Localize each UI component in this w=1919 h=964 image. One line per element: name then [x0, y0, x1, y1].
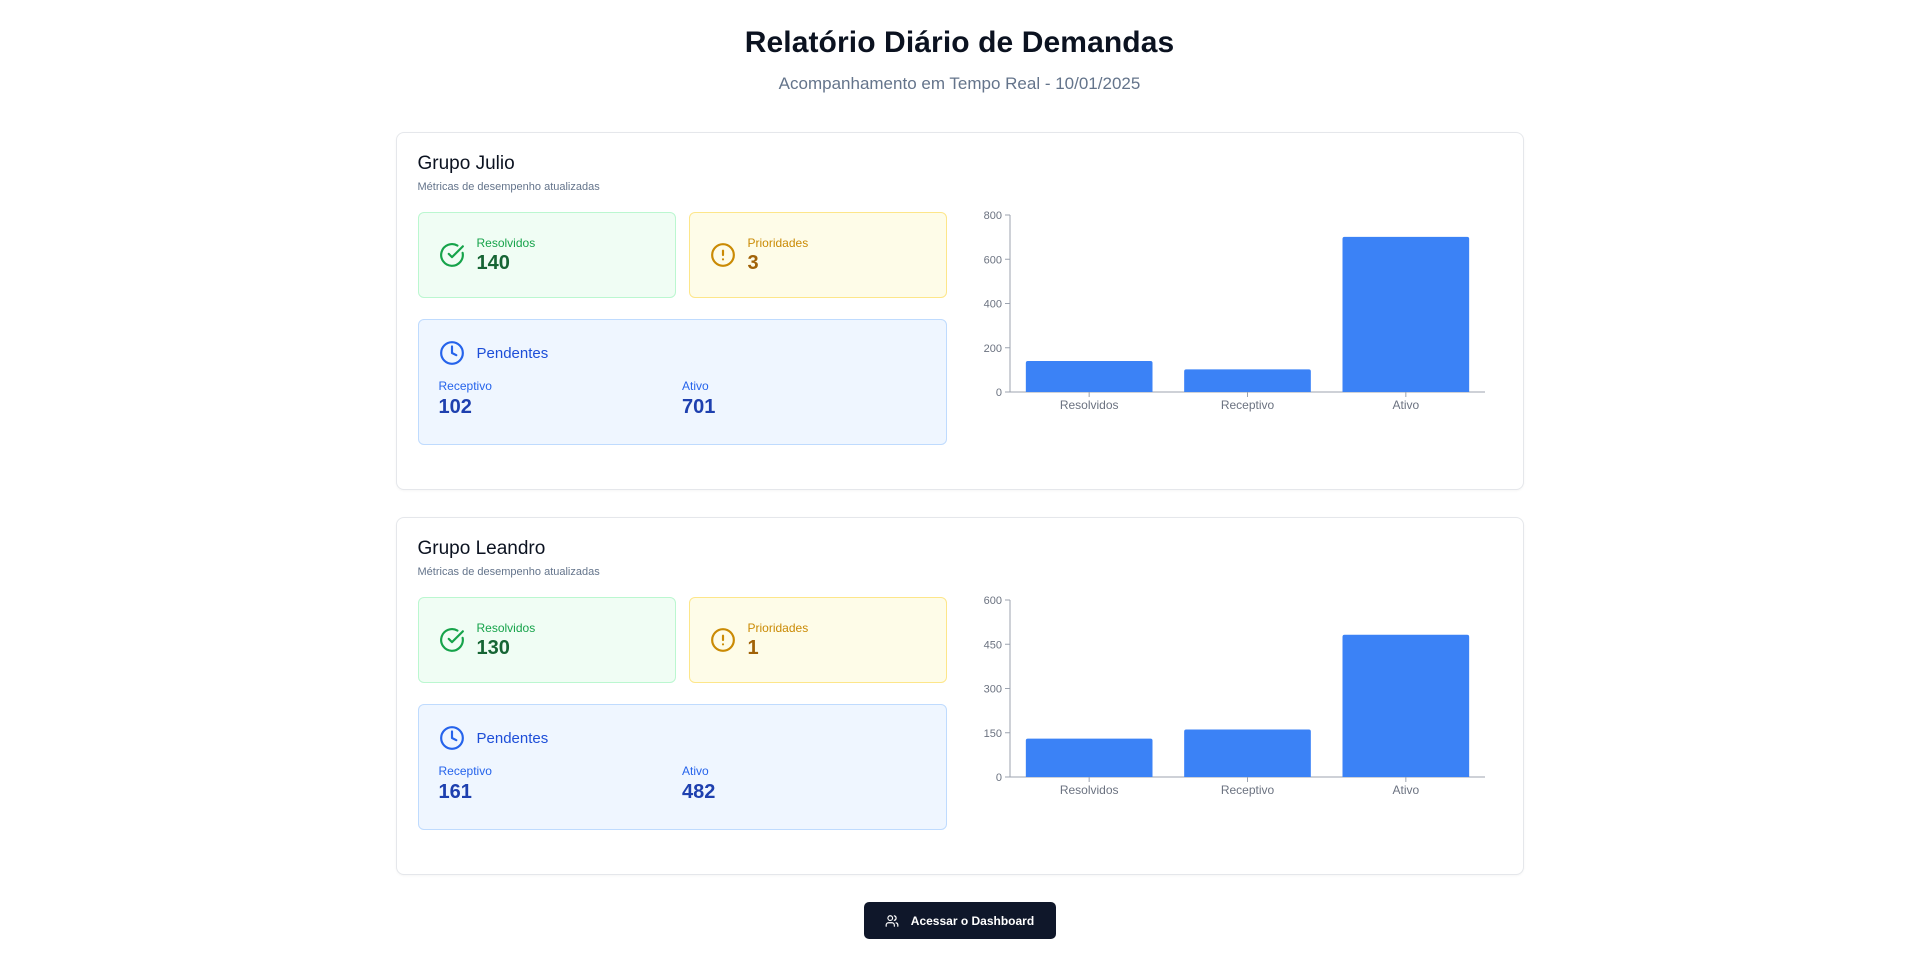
page-subtitle: Acompanhamento em Tempo Real - 10/01/202… — [778, 74, 1141, 93]
clock-icon — [439, 726, 464, 750]
chart-container: 0 200 400 600 800 Resolvidos Receptivo Ativo — [968, 204, 1503, 445]
priority-text: Prioridades 1 — [748, 621, 809, 660]
y-tick-label: 450 — [983, 639, 1001, 651]
alert-circle-icon — [710, 628, 735, 652]
x-tick-label: Resolvidos — [1059, 783, 1118, 797]
bar-chart-julio: 0 200 400 600 800 Resolvidos Receptivo Ativo — [983, 210, 1485, 412]
bar-ativo[interactable] — [1342, 236, 1469, 392]
group-card-julio: Grupo Julio Métricas de desempenho atual… — [395, 132, 1524, 490]
x-tick-label: Receptivo — [1220, 783, 1274, 797]
resolved-label: Resolvidos — [476, 620, 536, 635]
pending-receptivo: Receptivo 161 — [439, 764, 683, 804]
resolved-text: Resolvidos 130 — [477, 621, 536, 660]
priority-metric: Prioridades 3 — [688, 212, 947, 298]
alert-circle-icon — [710, 243, 735, 267]
resolved-metric: Resolvidos 130 — [417, 597, 676, 683]
x-tick-label: Ativo — [1392, 398, 1419, 412]
resolved-value: 140 — [476, 251, 510, 274]
priority-value: 1 — [747, 636, 759, 659]
x-tick-label: Receptivo — [1220, 398, 1274, 412]
check-circle-icon — [439, 628, 464, 652]
pending-header: Pendentes — [439, 725, 926, 751]
ativo-value: 701 — [682, 396, 716, 418]
access-dashboard-button[interactable]: Acessar o Dashboard — [863, 902, 1056, 939]
y-tick-label: 0 — [995, 772, 1001, 784]
group-title: Grupo Julio — [417, 153, 515, 174]
pending-ativo: Ativo 482 — [682, 764, 926, 804]
metric-row: Resolvidos 140 Prioridades 3 — [417, 212, 948, 298]
resolved-metric: Resolvidos 140 — [417, 212, 676, 298]
receptivo-label: Receptivo — [438, 764, 492, 778]
receptivo-value: 161 — [438, 781, 472, 803]
resolved-value: 130 — [476, 636, 510, 659]
bar-chart-leandro: 0 150 300 450 600 Resolvidos Receptivo Ativo — [983, 595, 1485, 797]
x-tick-label: Ativo — [1392, 783, 1419, 797]
y-tick-label: 200 — [983, 343, 1001, 355]
bar-resolvidos[interactable] — [1025, 361, 1152, 392]
resolved-text: Resolvidos 140 — [477, 236, 536, 275]
page-title: Relatório Diário de Demandas — [744, 26, 1175, 59]
pending-title: Pendentes — [476, 344, 549, 362]
groups-container: Grupo Julio Métricas de desempenho atual… — [395, 132, 1524, 875]
pending-columns: Receptivo 102 Ativo 701 — [439, 379, 926, 419]
group-title: Grupo Leandro — [417, 538, 546, 559]
receptivo-label: Receptivo — [438, 379, 492, 393]
y-tick-label: 400 — [983, 299, 1001, 311]
pending-columns: Receptivo 161 Ativo 482 — [439, 764, 926, 804]
y-tick-label: 600 — [983, 595, 1001, 607]
y-tick-label: 0 — [995, 387, 1001, 399]
bar-receptivo[interactable] — [1183, 369, 1311, 392]
priority-label: Prioridades — [747, 235, 809, 250]
group-card-leandro: Grupo Leandro Métricas de desempenho atu… — [395, 517, 1524, 875]
ativo-value: 482 — [682, 781, 716, 803]
page-header: Relatório Diário de Demandas Acompanhame… — [0, 0, 1919, 94]
check-circle-icon — [439, 243, 464, 267]
priority-label: Prioridades — [747, 620, 809, 635]
metric-row: Resolvidos 130 Prioridades 1 — [417, 597, 948, 683]
metrics-panel: Resolvidos 140 Prioridades 3 Pendentes R… — [417, 212, 948, 445]
x-tick-label: Resolvidos — [1059, 398, 1118, 412]
group-description: Métricas de desempenho atualizadas — [417, 566, 600, 578]
chart-container: 0 150 300 450 600 Resolvidos Receptivo Ativo — [968, 589, 1503, 830]
y-tick-label: 600 — [983, 254, 1001, 266]
resolved-label: Resolvidos — [476, 235, 536, 250]
y-tick-label: 150 — [983, 728, 1001, 740]
receptivo-value: 102 — [438, 396, 472, 418]
pending-receptivo: Receptivo 102 — [439, 379, 683, 419]
pending-title: Pendentes — [476, 729, 549, 747]
bar-resolvidos[interactable] — [1025, 738, 1152, 777]
pending-ativo: Ativo 701 — [682, 379, 926, 419]
users-icon — [885, 914, 899, 927]
pending-header: Pendentes — [439, 340, 926, 366]
group-body: Resolvidos 130 Prioridades 1 Pendentes R… — [417, 595, 1502, 830]
y-tick-label: 800 — [983, 210, 1001, 222]
priority-metric: Prioridades 1 — [688, 597, 947, 683]
y-tick-label: 300 — [983, 684, 1001, 696]
group-body: Resolvidos 140 Prioridades 3 Pendentes R… — [417, 210, 1502, 445]
bar-ativo[interactable] — [1342, 634, 1469, 777]
clock-icon — [439, 341, 464, 365]
footer: Acessar o Dashboard — [0, 902, 1919, 939]
bar-receptivo[interactable] — [1183, 729, 1311, 777]
priority-text: Prioridades 3 — [748, 236, 809, 275]
pending-metric: Pendentes Receptivo 102 Ativo 701 — [417, 319, 947, 445]
group-description: Métricas de desempenho atualizadas — [417, 181, 600, 193]
priority-value: 3 — [747, 251, 759, 274]
pending-metric: Pendentes Receptivo 161 Ativo 482 — [417, 704, 947, 830]
access-dashboard-label: Acessar o Dashboard — [910, 913, 1035, 928]
ativo-label: Ativo — [682, 379, 709, 393]
ativo-label: Ativo — [682, 764, 709, 778]
metrics-panel: Resolvidos 130 Prioridades 1 Pendentes R… — [417, 597, 948, 830]
